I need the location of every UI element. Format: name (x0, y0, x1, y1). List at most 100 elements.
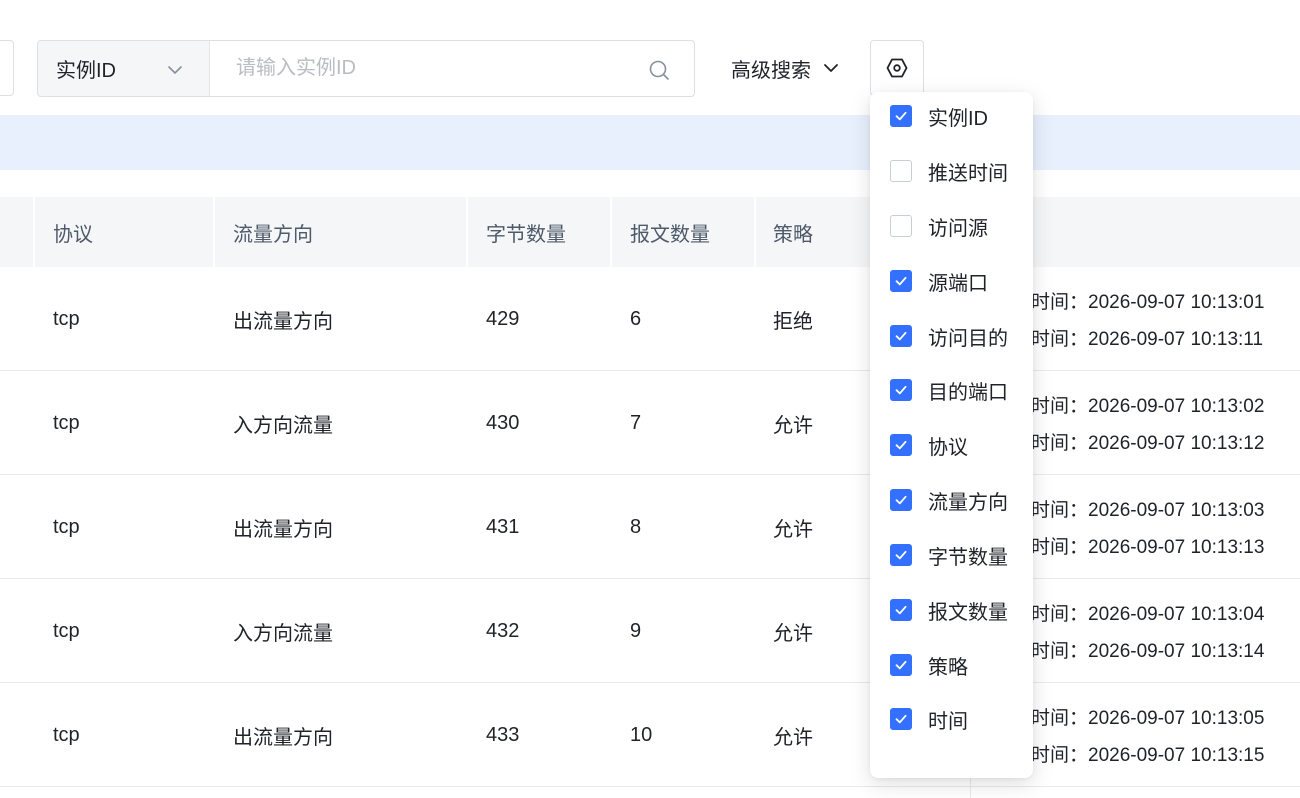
check-icon (895, 550, 907, 560)
cell-policy: 允许 (773, 622, 813, 645)
check-icon (895, 714, 907, 724)
table-row: tcp 入方向流量 432 9 允许 时间：2026-09-07 10:13:0… (0, 579, 1300, 683)
cell-bytes: 431 (486, 515, 520, 538)
cell-policy: 允许 (773, 414, 813, 437)
checkbox-checked[interactable] (890, 270, 912, 292)
column-option-label: 源端口 (928, 272, 988, 295)
cell-policy: 允许 (773, 726, 813, 749)
checkbox-unchecked[interactable] (890, 215, 912, 237)
search-input[interactable] (210, 41, 694, 96)
cell-packets: 7 (630, 411, 642, 434)
cell-protocol: tcp (53, 307, 80, 330)
cell-bytes: 433 (486, 723, 520, 746)
checkbox-checked[interactable] (890, 654, 912, 676)
cell-time: 时间：2026-09-07 10:13:03 时间：2026-09-07 10:… (1031, 475, 1264, 579)
cell-bytes: 430 (486, 411, 520, 434)
table-row: tcp 出流量方向 431 8 允许 时间：2026-09-07 10:13:0… (0, 475, 1300, 579)
header-policy: 策略 (773, 223, 813, 246)
check-icon (895, 660, 907, 670)
cell-packets: 10 (630, 723, 653, 746)
cell-direction: 出流量方向 (233, 726, 333, 749)
cell-policy: 允许 (773, 518, 813, 541)
cell-time: 时间：2026-09-07 10:13:02 时间：2026-09-07 10:… (1031, 371, 1264, 475)
cell-protocol: tcp (53, 723, 80, 746)
chevron-down-icon (168, 66, 182, 74)
gear-icon (886, 58, 908, 78)
time-line: 时间：2026-09-07 10:13:14 (1031, 641, 1265, 662)
column-divider (610, 197, 612, 267)
column-option-label: 访问源 (928, 217, 988, 240)
search-group: 实例ID (37, 40, 695, 97)
advanced-search-toggle[interactable]: 高级搜索 (731, 53, 841, 83)
column-option-bytes[interactable]: 字节数量 (890, 538, 1008, 572)
check-icon (895, 385, 907, 395)
column-option-destination[interactable]: 访问目的 (890, 319, 1008, 353)
table-row: tcp 入方向流量 430 7 允许 时间：2026-09-07 10:13:0… (0, 371, 1300, 475)
table-header: 协议 流量方向 字节数量 报文数量 策略 (0, 197, 1300, 267)
info-banner (0, 115, 1300, 170)
header-packets: 报文数量 (630, 223, 710, 246)
advanced-search-label: 高级搜索 (731, 59, 811, 82)
column-divider (466, 197, 468, 267)
cell-packets: 8 (630, 515, 642, 538)
checkbox-checked[interactable] (890, 325, 912, 347)
header-direction: 流量方向 (233, 223, 313, 246)
column-option-label: 访问目的 (928, 327, 1008, 350)
header-protocol: 协议 (53, 223, 93, 246)
cell-direction: 出流量方向 (233, 310, 333, 333)
check-icon (895, 331, 907, 341)
column-option-direction[interactable]: 流量方向 (890, 483, 1008, 517)
check-icon (895, 111, 907, 121)
time-line: 时间：2026-09-07 10:13:15 (1031, 745, 1265, 766)
time-line: 时间：2026-09-07 10:13:01 (1031, 292, 1265, 313)
column-option-time[interactable]: 时间 (890, 702, 968, 736)
column-option-label: 报文数量 (928, 601, 1008, 624)
column-option-label: 实例ID (928, 107, 988, 130)
time-line: 时间：2026-09-07 10:13:02 (1031, 396, 1265, 417)
checkbox-checked[interactable] (890, 105, 912, 127)
column-option-source-port[interactable]: 源端口 (890, 264, 988, 298)
cell-direction: 入方向流量 (233, 414, 333, 437)
time-line: 时间：2026-09-07 10:13:11 (1031, 329, 1264, 350)
column-option-destination-port[interactable]: 目的端口 (890, 373, 1008, 407)
column-option-packets[interactable]: 报文数量 (890, 593, 1008, 627)
filter-select-partial[interactable] (0, 40, 14, 96)
checkbox-checked[interactable] (890, 379, 912, 401)
column-divider (33, 197, 35, 267)
column-option-label: 推送时间 (928, 162, 1008, 185)
cell-packets: 6 (630, 307, 642, 330)
cell-policy: 拒绝 (773, 310, 813, 333)
checkbox-checked[interactable] (890, 434, 912, 456)
check-icon (895, 276, 907, 286)
cell-time: 时间：2026-09-07 10:13:01 时间：2026-09-07 10:… (1031, 267, 1264, 371)
column-option-push-time[interactable]: 推送时间 (890, 154, 1008, 188)
checkbox-checked[interactable] (890, 544, 912, 566)
column-option-label: 字节数量 (928, 546, 1008, 569)
cell-direction: 出流量方向 (233, 518, 333, 541)
column-settings-button[interactable] (870, 40, 924, 96)
checkbox-checked[interactable] (890, 599, 912, 621)
column-option-label: 时间 (928, 710, 968, 733)
column-settings-dropdown: 实例ID 推送时间 访问源 源端口 访问目的 目的端口 协议 流量方向 字节数量… (870, 92, 1033, 778)
column-option-label: 策略 (928, 656, 968, 679)
table-row: tcp 出流量方向 429 6 拒绝 时间：2026-09-07 10:13:0… (0, 267, 1300, 371)
column-option-source[interactable]: 访问源 (890, 209, 988, 243)
column-option-protocol[interactable]: 协议 (890, 428, 968, 462)
check-icon (895, 440, 907, 450)
search-field-select[interactable]: 实例ID (38, 41, 210, 96)
cell-time: 时间：2026-09-07 10:13:04 时间：2026-09-07 10:… (1031, 579, 1264, 683)
column-option-instance-id[interactable]: 实例ID (890, 99, 988, 133)
cell-bytes: 432 (486, 619, 520, 642)
search-input-wrapper (210, 41, 694, 96)
checkbox-unchecked[interactable] (890, 160, 912, 182)
column-divider (213, 197, 215, 267)
search-icon[interactable] (648, 59, 670, 81)
checkbox-checked[interactable] (890, 489, 912, 511)
column-option-policy[interactable]: 策略 (890, 648, 968, 682)
checkbox-checked[interactable] (890, 708, 912, 730)
time-line: 时间：2026-09-07 10:13:04 (1031, 604, 1265, 625)
table-row: tcp 出流量方向 433 10 允许 时间：2026-09-07 10:13:… (0, 683, 1300, 787)
cell-direction: 入方向流量 (233, 622, 333, 645)
column-option-label: 目的端口 (928, 381, 1008, 404)
time-line: 时间：2026-09-07 10:13:13 (1031, 537, 1265, 558)
